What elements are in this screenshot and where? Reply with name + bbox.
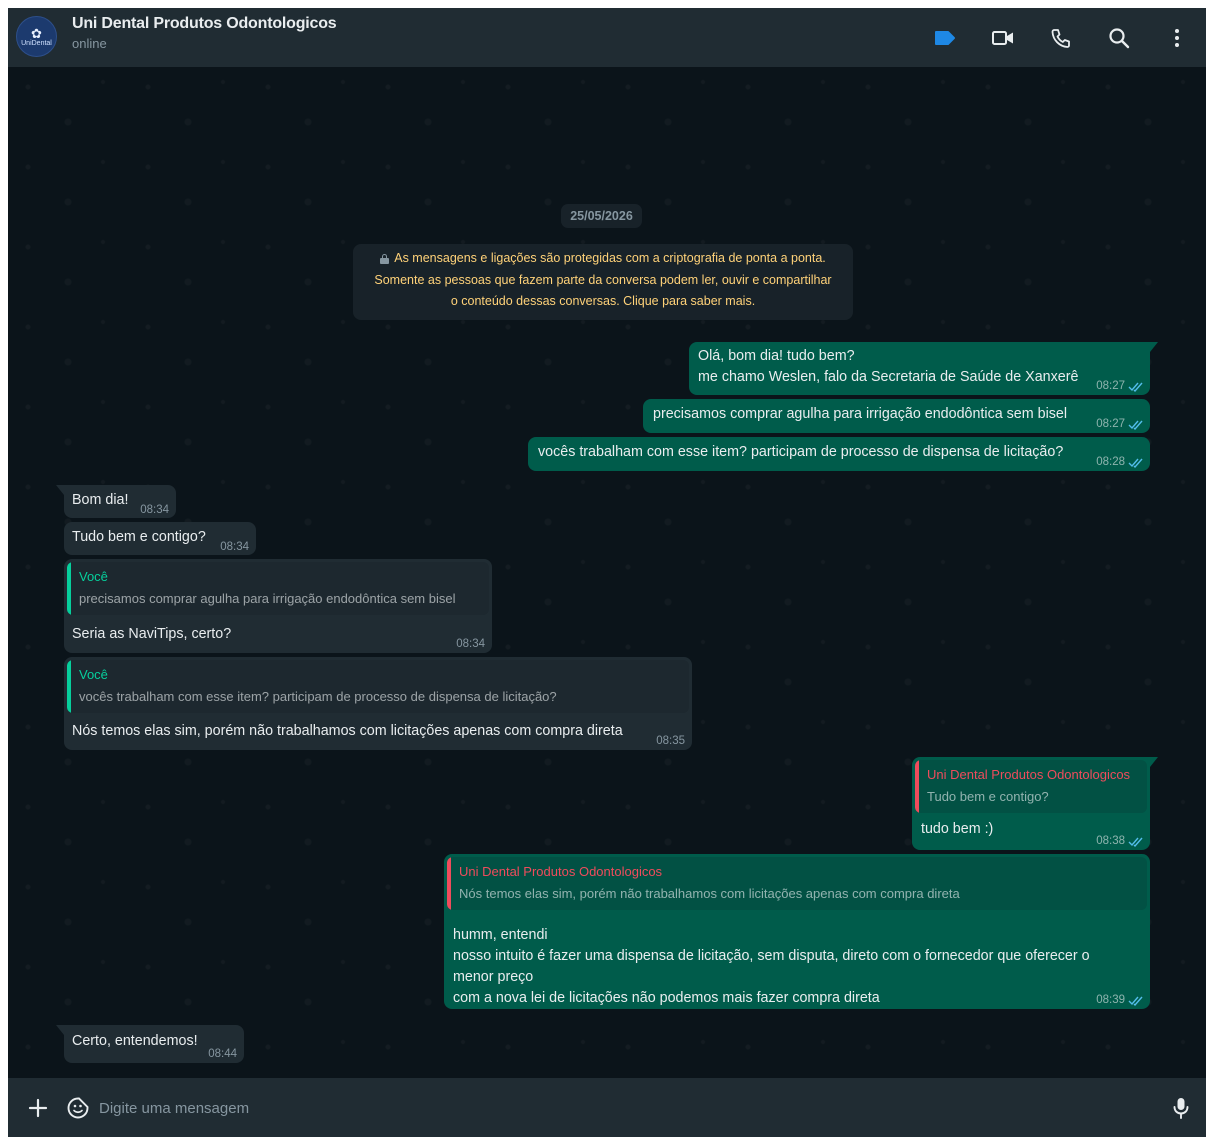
quoted-message[interactable]: Você precisamos comprar agulha para irri… [67,562,489,615]
quote-author: Você [79,667,108,682]
quote-text: vocês trabalham com esse item? participa… [79,689,557,704]
encryption-line-2: Somente as pessoas que fazem parte da co… [374,272,832,287]
read-ticks-icon [1128,420,1143,430]
message-text: com a nova lei de licitações não podemos… [453,990,880,1006]
encryption-notice[interactable]: As mensagens e ligações são protegidas c… [353,244,853,320]
message-meta: 08:34 [456,638,485,650]
microphone-icon[interactable] [1167,1094,1195,1122]
sticker-icon[interactable] [64,1094,92,1122]
message-text: Nós temos elas sim, porém não trabalhamo… [72,723,623,739]
message-outgoing-reply[interactable]: Uni Dental Produtos Odontologicos Nós te… [444,854,1150,1009]
message-meta: 08:34 [220,541,249,553]
logo-flower-icon: ✿ [31,25,42,41]
message-text: me chamo Weslen, falo da Secretaria de S… [698,369,1079,385]
message-text: tudo bem :) [921,821,994,837]
contact-name: Uni Dental Produtos Odontologicos [72,15,337,32]
quote-author: Uni Dental Produtos Odontologicos [927,767,1131,782]
message-composer [8,1078,1206,1137]
quote-bar [915,760,919,813]
voice-call-icon[interactable] [1032,8,1090,67]
message-outgoing[interactable]: Olá, bom dia! tudo bem? me chamo Weslen,… [689,342,1158,395]
message-outgoing-reply[interactable]: Uni Dental Produtos Odontologicos Tudo b… [912,757,1158,850]
read-ticks-icon [1128,996,1143,1006]
message-time: 08:34 [140,504,169,516]
message-text: vocês trabalham com esse item? participa… [538,444,1064,460]
message-text: Tudo bem e contigo? [72,529,206,545]
menu-icon[interactable] [1148,8,1206,67]
message-text: humm, entendi [453,927,548,943]
encryption-line-1: As mensagens e ligações são protegidas c… [394,251,826,265]
quote-bar [67,562,71,615]
message-time: 08:28 [1096,456,1125,468]
message-time: 08:35 [656,735,685,747]
message-time: 08:34 [220,541,249,553]
message-time: 08:44 [208,1048,237,1060]
message-meta: 08:34 [140,504,169,516]
date-divider: 25/05/2026 [561,204,642,228]
read-ticks-icon [1128,382,1143,392]
message-text: Seria as NaviTips, certo? [72,626,232,642]
message-time: 08:38 [1096,835,1125,847]
quoted-message[interactable]: Uni Dental Produtos Odontologicos Tudo b… [915,760,1147,813]
video-call-icon[interactable] [974,8,1032,67]
quote-text: precisamos comprar agulha para irrigação… [79,591,456,606]
message-text: Certo, entendemos! [72,1033,198,1049]
message-incoming[interactable]: Bom dia! 08:34 [56,485,176,518]
message-time: 08:39 [1096,994,1125,1006]
quote-bar [447,857,451,910]
message-meta: 08:35 [656,735,685,747]
message-incoming[interactable]: Tudo bem e contigo? 08:34 [64,522,256,555]
message-meta: 08:39 [1096,994,1144,1006]
message-meta: 08:44 [208,1048,237,1060]
chat-body[interactable]: 25/05/2026 As mensagens e ligações são p… [8,67,1206,1078]
message-text: Olá, bom dia! tudo bem? [698,348,855,364]
message-time: 08:27 [1096,380,1125,392]
chat-header: ✿ UniDental Uni Dental Produtos Odontolo… [8,8,1206,67]
read-ticks-icon [1128,458,1143,468]
message-incoming[interactable]: Certo, entendemos! 08:44 [56,1025,244,1063]
quoted-message[interactable]: Uni Dental Produtos Odontologicos Nós te… [447,857,1147,910]
quote-bar [67,660,71,713]
avatar-text: UniDental [21,39,52,47]
message-time: 08:27 [1096,418,1125,430]
message-outgoing[interactable]: precisamos comprar agulha para irrigação… [643,399,1150,433]
attach-plus-icon[interactable] [24,1094,52,1122]
message-incoming-reply[interactable]: Você vocês trabalham com esse item? part… [64,657,692,750]
quoted-message[interactable]: Você vocês trabalham com esse item? part… [67,660,689,713]
contact-status: online [72,36,107,51]
header-actions [916,8,1206,67]
avatar[interactable]: ✿ UniDental [16,16,57,57]
message-incoming-reply[interactable]: Você precisamos comprar agulha para irri… [64,559,492,653]
contact-info[interactable]: Uni Dental Produtos Odontologicos online [72,15,337,51]
quote-text: Nós temos elas sim, porém não trabalhamo… [459,886,960,901]
message-input[interactable] [97,1092,1161,1124]
message-meta: 08:38 [1096,835,1144,847]
message-text: nosso intuito é fazer uma dispensa de li… [453,948,1090,964]
search-icon[interactable] [1090,8,1148,67]
message-meta: 08:27 [1096,380,1144,392]
message-meta: 08:28 [1096,456,1144,468]
message-time: 08:34 [456,638,485,650]
message-text: Bom dia! [72,492,129,508]
message-meta: 08:27 [1096,418,1144,430]
label-icon[interactable] [916,8,974,67]
quote-author: Uni Dental Produtos Odontologicos [459,864,663,879]
whatsapp-window: ✿ UniDental Uni Dental Produtos Odontolo… [8,8,1206,1137]
quote-text: Tudo bem e contigo? [927,789,1049,804]
encryption-line-3: o conteúdo dessas conversas. Clique para… [450,294,756,308]
message-text: precisamos comprar agulha para irrigação… [653,406,1068,422]
read-ticks-icon [1128,837,1143,847]
message-text: menor preço [453,969,534,985]
quote-author: Você [79,569,108,584]
lock-icon [380,254,390,264]
message-outgoing[interactable]: vocês trabalham com esse item? participa… [528,437,1150,471]
